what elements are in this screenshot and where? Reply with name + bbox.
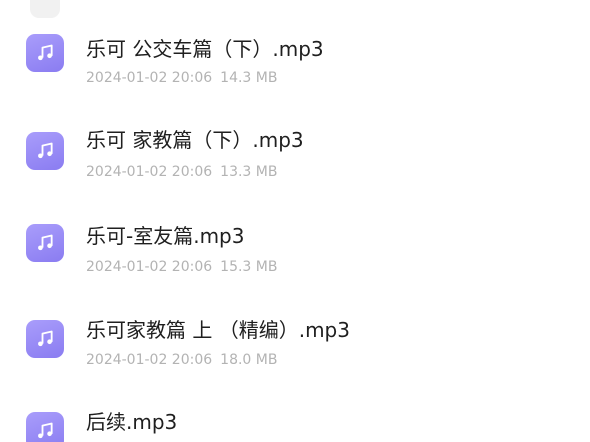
file-name: 乐可 家教篇（下）.mp3 — [86, 128, 304, 152]
file-size: 14.3 MB — [220, 70, 278, 86]
file-meta: 2024-01-02 20:06 18.0 MB — [86, 351, 277, 369]
file-name: 乐可-室友篇.mp3 — [86, 224, 245, 248]
file-name: 乐可 公交车篇（下）.mp3 — [86, 37, 324, 61]
file-list-item[interactable]: 乐可 家教篇（下）.mp3 2024-01-02 20:06 13.3 MB — [0, 94, 590, 188]
file-name: 乐可家教篇 上 （精编）.mp3 — [86, 318, 350, 342]
file-date: 2024-01-02 20:06 — [86, 352, 213, 368]
file-size: 15.3 MB — [220, 259, 278, 275]
music-note-icon — [26, 224, 64, 262]
file-size: 18.0 MB — [220, 352, 278, 368]
file-meta: 2024-01-02 20:06 13.3 MB — [86, 163, 277, 181]
file-list-item[interactable]: 乐可 公交车篇（下）.mp3 2024-01-02 20:06 14.3 MB — [0, 0, 590, 94]
music-note-icon — [26, 132, 64, 170]
file-list-item[interactable]: 乐可-室友篇.mp3 2024-01-02 20:06 15.3 MB — [0, 188, 590, 282]
music-note-icon — [26, 34, 64, 72]
file-date: 2024-01-02 20:06 — [86, 259, 213, 275]
file-date: 2024-01-02 20:06 — [86, 70, 213, 86]
file-list-item[interactable]: 后续.mp3 — [0, 376, 590, 442]
file-meta: 2024-01-02 20:06 15.3 MB — [86, 258, 277, 276]
music-note-icon — [26, 320, 64, 358]
file-size: 13.3 MB — [220, 164, 278, 180]
file-list: 乐可 公交车篇（下）.mp3 2024-01-02 20:06 14.3 MB 乐… — [0, 0, 590, 442]
file-list-item[interactable]: 乐可家教篇 上 （精编）.mp3 2024-01-02 20:06 18.0 MB — [0, 282, 590, 376]
music-note-icon — [26, 412, 64, 442]
file-name: 后续.mp3 — [86, 410, 178, 434]
file-meta: 2024-01-02 20:06 14.3 MB — [86, 69, 277, 87]
file-date: 2024-01-02 20:06 — [86, 164, 213, 180]
